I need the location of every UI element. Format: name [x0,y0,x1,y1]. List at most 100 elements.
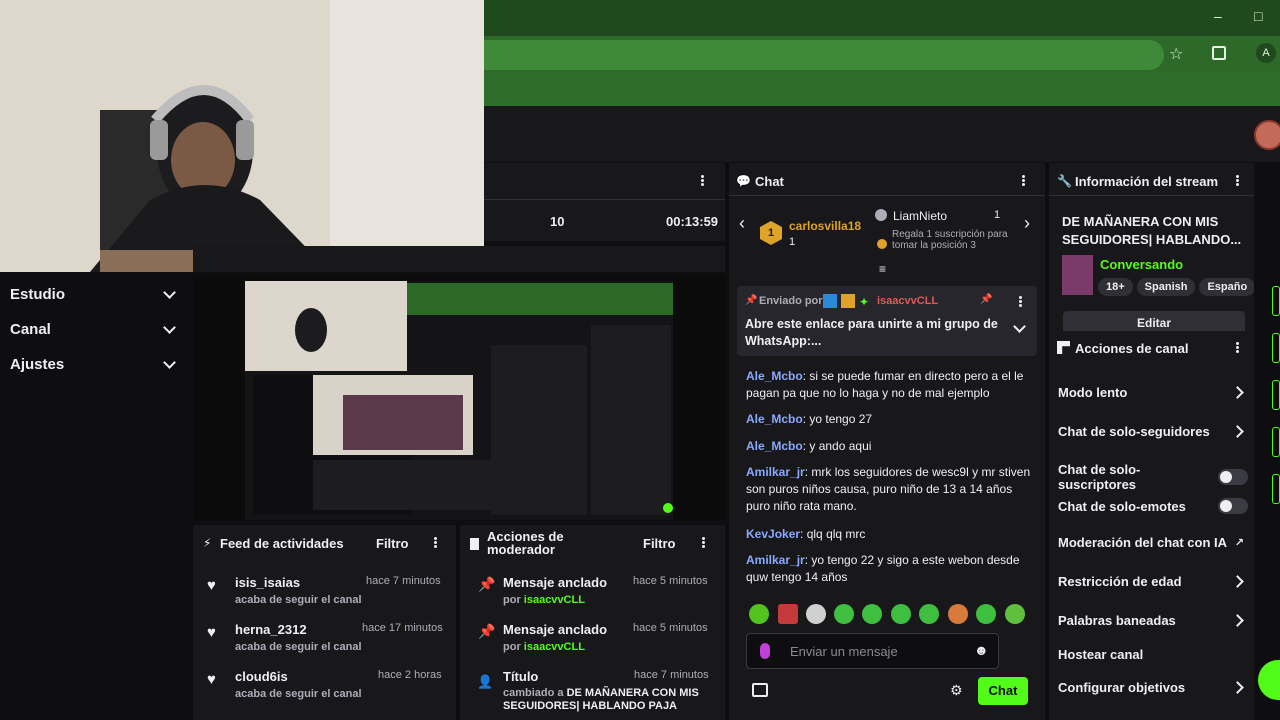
emote-icon[interactable] [862,604,882,624]
emote-icon[interactable] [919,604,939,624]
pinned-user[interactable]: isaacvvCLL [877,295,938,307]
chat-message: KevJoker: qlq qlq mrc [746,526,1036,543]
edit-button[interactable]: Editar [1063,311,1245,331]
emote-icon[interactable] [834,604,854,624]
heart-icon: ♥ [207,577,216,594]
chat-username[interactable]: Ale_Mcbo [746,412,803,426]
pinned-message[interactable]: 📌 Enviado por ✦ isaacvvCLL 📌 Abre este e… [737,286,1037,356]
microphone-icon[interactable] [760,643,770,659]
rail-button[interactable] [1272,474,1280,504]
gift-user[interactable]: LiamNieto [893,209,947,223]
mod-action-prefix: por [503,594,524,606]
rail-button[interactable] [1272,380,1280,410]
emoji-icon[interactable]: ☻ [974,642,989,658]
puzzle-icon[interactable] [1212,46,1226,60]
chat-message: Ale_Mcbo: yo tengo 27 [746,411,1036,428]
action-slow-mode[interactable]: Modo lento [1058,385,1248,400]
chevron-right-icon[interactable]: › [1024,213,1030,234]
collapse-icon[interactable]: ≡ [879,262,886,276]
tag-espanol: Españo [1199,278,1254,296]
rail-button[interactable] [1272,333,1280,363]
chat-input[interactable]: Enviar un mensaje ☻ [746,633,999,669]
chevron-right-icon [1231,386,1244,399]
emote-icon[interactable] [806,604,826,624]
sidebar-item-ajustes[interactable]: Ajustes [10,352,180,376]
more-options-icon[interactable] [702,536,706,549]
chat-message: Amilkar_jr: mrk los seguidores de wesc9l… [746,464,1036,515]
action-age-restriction[interactable]: Restricción de edad [1058,574,1248,589]
chat-username[interactable]: KevJoker [746,527,800,541]
emote-icon[interactable] [891,604,911,624]
category-name[interactable]: Conversando [1100,257,1183,272]
emote-icon[interactable] [948,604,968,624]
activity-feed-panel: ⚡ Feed de actividades Filtro ♥ isis_isai… [193,525,456,720]
chat-message: Ale_Mcbo: si se puede fumar en directo p… [746,368,1036,402]
gift-count: 1 [994,209,1001,221]
emote-icon[interactable] [1005,604,1025,624]
preview-image [245,281,673,521]
sidebar-item-estudio[interactable]: Estudio [10,282,180,306]
minimize-button[interactable]: – [1214,8,1222,24]
leader-user[interactable]: carlosvilla18 [789,219,861,233]
toggle-emotes-only[interactable] [1218,498,1248,514]
leader-count: 1 [789,236,796,248]
address-bar[interactable] [484,40,1164,70]
store-icon[interactable] [752,683,768,697]
chevron-right-icon [1231,681,1244,694]
user-avatar[interactable] [1254,120,1280,150]
floating-action-button[interactable] [1258,660,1280,700]
panel-title: Información del stream [1075,174,1219,189]
chevron-down-icon[interactable] [1013,320,1026,333]
filter-button[interactable]: Filtro [376,536,409,551]
star-icon[interactable]: ☆ [1169,44,1183,64]
chat-input-placeholder: Enviar un mensaje [790,644,898,659]
feed-action: acaba de seguir el canal [235,688,362,700]
chevron-left-icon[interactable]: ‹ [739,213,745,234]
send-chat-button[interactable]: Chat [978,677,1028,705]
toggle-subscribers-only[interactable] [1218,469,1248,485]
mod-action-user[interactable]: isaacvvCLL [524,641,585,653]
more-options-icon[interactable] [1236,341,1240,354]
chat-username[interactable]: Amilkar_jr [746,465,805,479]
profile-avatar[interactable]: A [1256,43,1276,63]
more-options-icon[interactable] [1019,295,1023,308]
divider [1049,195,1254,196]
emote-icon[interactable] [976,604,996,624]
wrench-icon: 🔧 [1057,174,1072,188]
rail-button[interactable] [1272,427,1280,457]
action-banned-words[interactable]: Palabras baneadas [1058,613,1248,628]
action-label: Moderación del chat con IA [1058,535,1228,550]
emote-icon[interactable] [749,604,769,624]
action-followers-only[interactable]: Chat de solo-seguidores [1058,424,1248,439]
pin-icon: 📌 [478,576,496,592]
mod-action-user[interactable]: isaacvvCLL [524,594,585,606]
gear-icon[interactable]: ⚙ [950,682,963,699]
document-icon [470,538,479,550]
chat-username[interactable]: Amilkar_jr [746,553,805,567]
action-configure-goals[interactable]: Configurar objetivos [1058,680,1248,695]
chat-username[interactable]: Ale_Mcbo [746,439,803,453]
rank-badge: 1 [760,221,782,245]
pin-icon[interactable]: 📌 [980,294,992,305]
emote-icon[interactable] [778,604,798,624]
more-options-icon[interactable] [701,174,705,187]
action-host-channel[interactable]: Hostear canal [1058,647,1248,662]
sidebar-item-canal[interactable]: Canal [10,317,180,341]
left-sidebar: Estudio Canal Ajustes [0,272,190,720]
chevron-right-icon [1231,575,1244,588]
pin-icon: 📌 [478,623,496,639]
chat-username[interactable]: Ale_Mcbo [746,369,803,383]
top-navigation [484,106,1280,162]
rail-button[interactable] [1272,286,1280,316]
maximize-button[interactable]: □ [1254,8,1262,24]
action-label: Modo lento [1058,385,1128,400]
category-thumbnail [1062,255,1093,295]
heart-icon: ♥ [207,671,216,688]
sidebar-item-label: Canal [10,320,51,338]
more-options-icon[interactable] [1022,174,1026,187]
action-label: Chat de solo-seguidores [1058,424,1210,439]
action-ai-moderation[interactable]: Moderación del chat con IA ↗ [1058,535,1248,550]
more-options-icon[interactable] [1236,174,1240,187]
filter-button[interactable]: Filtro [643,536,676,551]
more-options-icon[interactable] [434,536,438,549]
